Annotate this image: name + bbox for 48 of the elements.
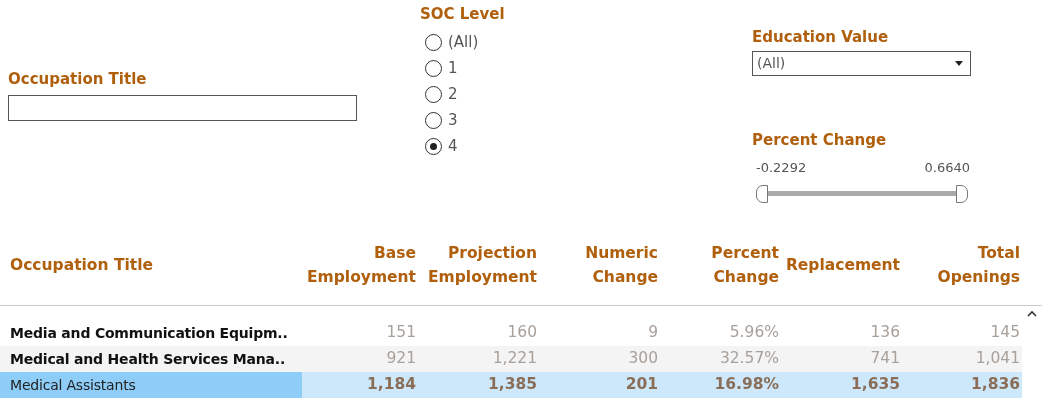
column-header: Numeric Change xyxy=(584,243,658,288)
table-cell-text: 16.98% xyxy=(713,374,779,396)
table-cell-text: 1,635 xyxy=(849,374,900,396)
table-cell-text: 145 xyxy=(989,322,1020,344)
table-cell-text: 151 xyxy=(385,322,416,344)
filter-label: Education Value xyxy=(752,27,890,48)
table-cell-text: 9 xyxy=(647,322,658,344)
table-cell-text: 1,836 xyxy=(969,374,1020,396)
table-cell-text: 160 xyxy=(506,322,537,344)
range-max: 0.6640 xyxy=(924,158,970,177)
range-min: -0.2292 xyxy=(756,158,807,177)
option-label: 4 xyxy=(448,136,458,158)
table-row[interactable]: Media and Communication Equipm.. 151 160 9 5.96% 136 145 xyxy=(0,320,1022,346)
table-cell-text: 1,184 xyxy=(365,374,416,396)
table-cell-text: 136 xyxy=(869,322,900,344)
table-cell-text: 32.57% xyxy=(718,348,779,370)
table-row[interactable]: Medical and Health Services Mana.. 921 1,221 300 32.57% 741 1,041 xyxy=(0,346,1022,372)
table-cell-text: 5.96% xyxy=(728,322,779,344)
slider-handle[interactable] xyxy=(956,185,968,203)
column-header: Projection Employment xyxy=(427,243,537,288)
column-header: Percent Change xyxy=(710,243,779,288)
option-label: 2 xyxy=(448,84,458,106)
column-header: Occupation Title xyxy=(9,255,155,276)
option-label: (All) xyxy=(448,32,479,54)
table-cell-text: 1,385 xyxy=(486,374,537,396)
table-cell-text: Media and Communication Equipm.. xyxy=(9,323,289,343)
search-field[interactable] xyxy=(8,94,357,121)
table-cell-text: Medical and Health Services Mana.. xyxy=(9,349,286,369)
column-header: Base Employment xyxy=(306,243,416,288)
dropdown[interactable]: (All) xyxy=(752,50,971,76)
filter-label: Percent Change xyxy=(752,130,888,151)
table-cell-text: 201 xyxy=(624,374,658,396)
table-cell-text: 741 xyxy=(869,348,900,370)
table-cell-text: 921 xyxy=(385,348,416,370)
slider-handle[interactable] xyxy=(756,185,768,203)
table-cell-text: 300 xyxy=(627,348,658,370)
table-cell: Medical Assistants xyxy=(0,372,302,398)
caret-icon xyxy=(955,60,963,66)
table-row[interactable]: Medical Assistants 1,184 1,385 201 16.98% 1,635 1,836 xyxy=(0,372,1022,398)
filter-label: SOC Level xyxy=(420,4,505,25)
table-cell-text: 1,221 xyxy=(491,348,537,370)
table-cell-text: 1,041 xyxy=(974,348,1020,370)
column-header: Replacement xyxy=(784,255,900,276)
column-header: Total Openings xyxy=(936,243,1020,288)
scroll-up-icon[interactable] xyxy=(1027,310,1037,317)
option-label: 1 xyxy=(448,58,458,80)
filter-label: Occupation Title xyxy=(8,69,148,90)
option-label: 3 xyxy=(448,110,458,132)
